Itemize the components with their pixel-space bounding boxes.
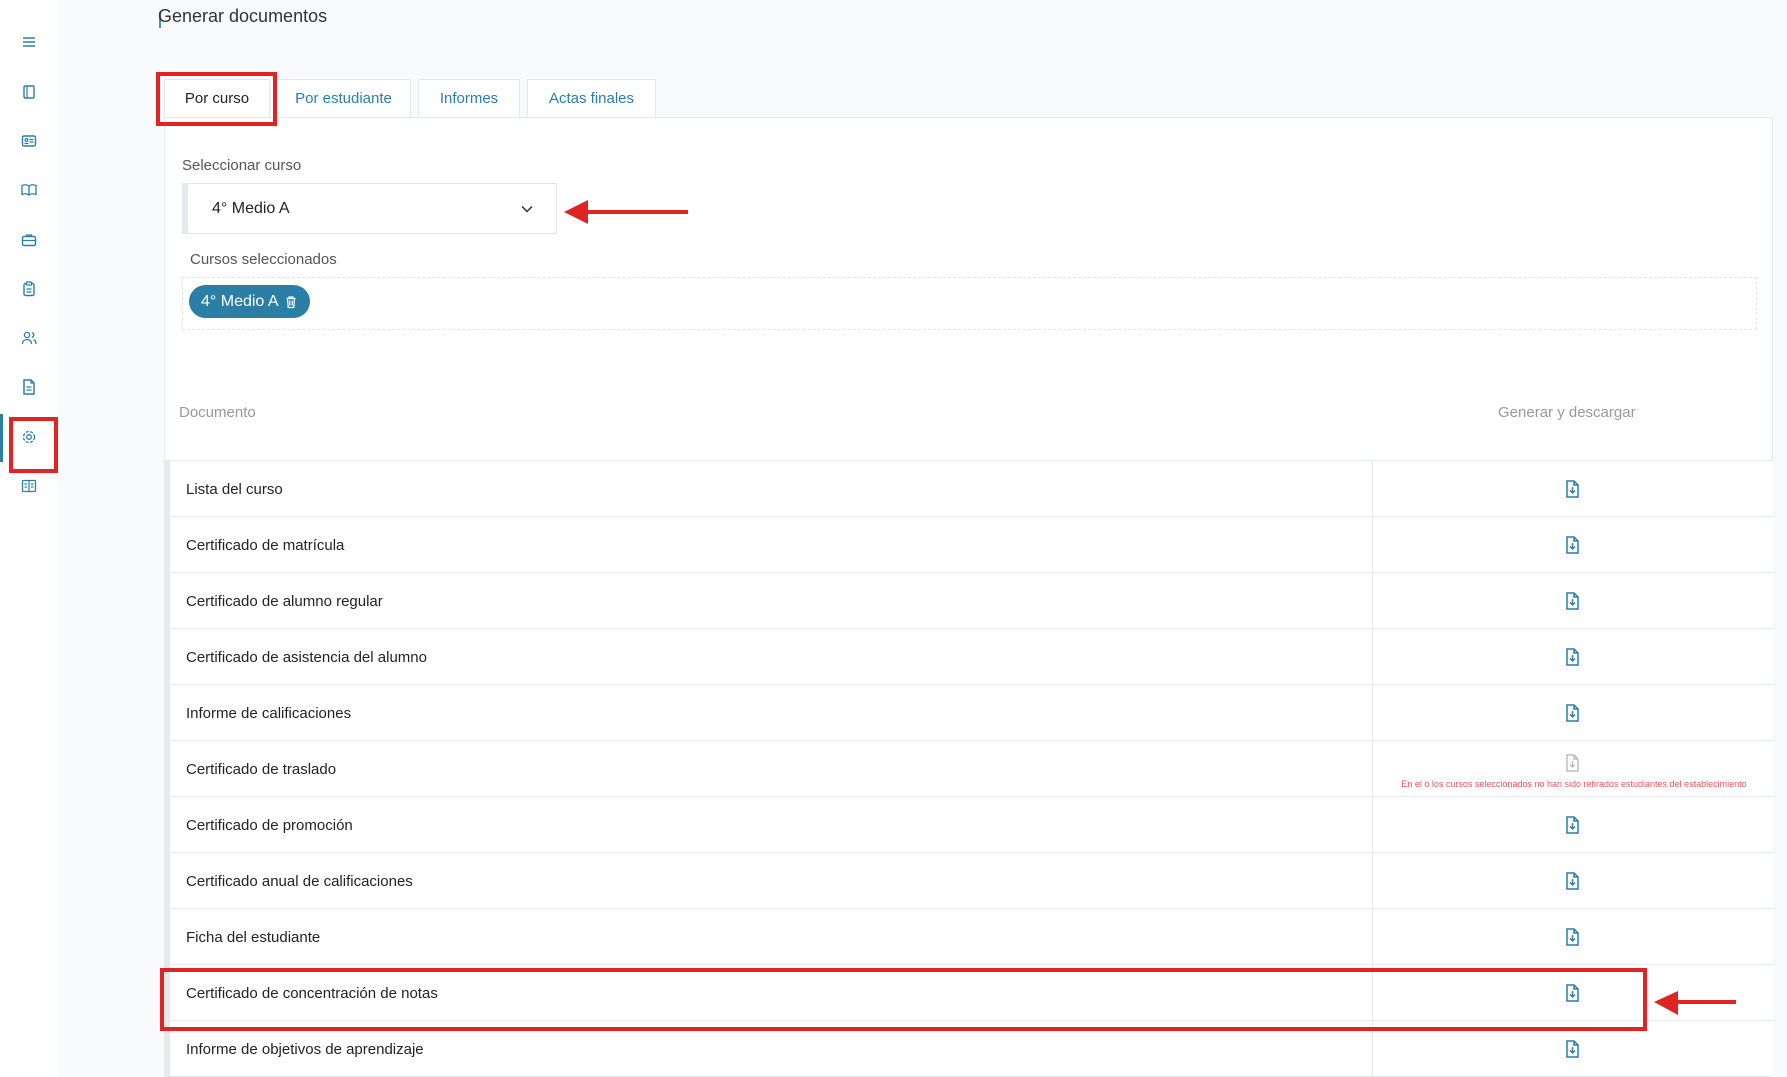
manual-icon[interactable] bbox=[20, 477, 38, 495]
document-name: Informe de calificaciones bbox=[186, 704, 352, 722]
annotation-box-tab bbox=[156, 72, 277, 126]
row-accent bbox=[164, 741, 170, 797]
document-name: Ficha del estudiante bbox=[186, 928, 321, 946]
table-row: Certificado de matrícula bbox=[164, 516, 1773, 573]
row-accent bbox=[164, 517, 170, 573]
document-name: Certificado de matrícula bbox=[186, 536, 345, 554]
course-select-value: 4° Medio A bbox=[212, 199, 290, 217]
selected-courses-label: Cursos seleccionados bbox=[190, 251, 337, 268]
course-select[interactable]: 4° Medio A bbox=[182, 183, 557, 234]
tab-por-estudiante[interactable]: Por estudiante bbox=[276, 79, 411, 117]
table-row: Certificado anual de calificaciones bbox=[164, 852, 1773, 909]
document-name: Certificado de traslado bbox=[186, 760, 337, 778]
annotation-box-row bbox=[160, 968, 1647, 1031]
table-row: Ficha del estudiante bbox=[164, 908, 1773, 965]
page-title: Generar documentos bbox=[158, 6, 328, 26]
clipboard-icon[interactable] bbox=[20, 280, 38, 298]
row-accent bbox=[164, 853, 170, 909]
document-name: Certificado de promoción bbox=[186, 816, 353, 834]
column-divider bbox=[1372, 741, 1373, 797]
download-document-icon[interactable] bbox=[1562, 927, 1582, 947]
row-accent bbox=[164, 573, 170, 629]
download-document-icon[interactable] bbox=[1562, 479, 1582, 499]
menu-icon[interactable] bbox=[20, 33, 38, 51]
column-header-generate: Generar y descargar bbox=[1498, 404, 1636, 421]
row-accent bbox=[164, 461, 170, 517]
active-indicator bbox=[0, 414, 3, 462]
book-icon[interactable] bbox=[20, 83, 38, 101]
tab-actas-finales[interactable]: Actas finales bbox=[527, 79, 656, 117]
column-divider bbox=[1372, 909, 1373, 965]
trash-icon[interactable] bbox=[284, 295, 298, 309]
download-document-icon[interactable] bbox=[1562, 1039, 1582, 1059]
row-accent bbox=[164, 797, 170, 853]
table-row: Lista del curso bbox=[164, 460, 1773, 517]
table-row: Certificado de traslado En el o los curso… bbox=[164, 740, 1773, 797]
column-divider bbox=[1372, 797, 1373, 853]
annotation-box-sidebar bbox=[9, 417, 58, 473]
document-name: Certificado anual de calificaciones bbox=[186, 872, 413, 890]
table-row: Certificado de alumno regular bbox=[164, 572, 1773, 629]
download-document-icon[interactable] bbox=[1562, 871, 1582, 891]
chevron-down-icon bbox=[521, 205, 533, 213]
download-document-icon[interactable] bbox=[1562, 815, 1582, 835]
column-divider bbox=[1372, 853, 1373, 909]
selected-courses-area bbox=[182, 277, 1757, 330]
open-book-icon[interactable] bbox=[20, 181, 38, 199]
annotation-arrow-select bbox=[564, 200, 688, 224]
document-name: Certificado de alumno regular bbox=[186, 592, 383, 610]
table-row: Certificado de asistencia del alumno bbox=[164, 628, 1773, 685]
course-chip: 4° Medio A bbox=[189, 285, 310, 318]
table-row: Informe de calificaciones bbox=[164, 684, 1773, 741]
row-warning: En el o los cursos seleccionados no han … bbox=[1401, 779, 1747, 789]
column-divider bbox=[1372, 573, 1373, 629]
table-row: Certificado de promoción bbox=[164, 796, 1773, 853]
download-document-icon[interactable] bbox=[1562, 647, 1582, 667]
select-course-label: Seleccionar curso bbox=[182, 157, 302, 174]
download-document-icon[interactable] bbox=[1562, 591, 1582, 611]
column-divider bbox=[1372, 629, 1373, 685]
download-document-icon bbox=[1562, 753, 1582, 773]
sidebar bbox=[0, 0, 58, 1077]
column-header-document: Documento bbox=[179, 404, 256, 421]
row-accent bbox=[164, 909, 170, 965]
document-name: Certificado de asistencia del alumno bbox=[186, 648, 427, 666]
column-divider bbox=[1372, 517, 1373, 573]
download-document-icon[interactable] bbox=[1562, 535, 1582, 555]
row-accent bbox=[164, 629, 170, 685]
chip-label: 4° Medio A bbox=[201, 292, 279, 310]
row-accent bbox=[164, 685, 170, 741]
document-name: Lista del curso bbox=[186, 480, 283, 498]
download-document-icon[interactable] bbox=[1562, 703, 1582, 723]
annotation-arrow-row bbox=[1654, 991, 1736, 1015]
document-icon[interactable] bbox=[20, 378, 38, 396]
id-card-icon[interactable] bbox=[20, 132, 38, 150]
users-icon[interactable] bbox=[20, 329, 38, 347]
tab-informes[interactable]: Informes bbox=[418, 79, 520, 117]
column-divider bbox=[1372, 461, 1373, 517]
briefcase-icon[interactable] bbox=[20, 231, 38, 249]
column-divider bbox=[1372, 685, 1373, 741]
